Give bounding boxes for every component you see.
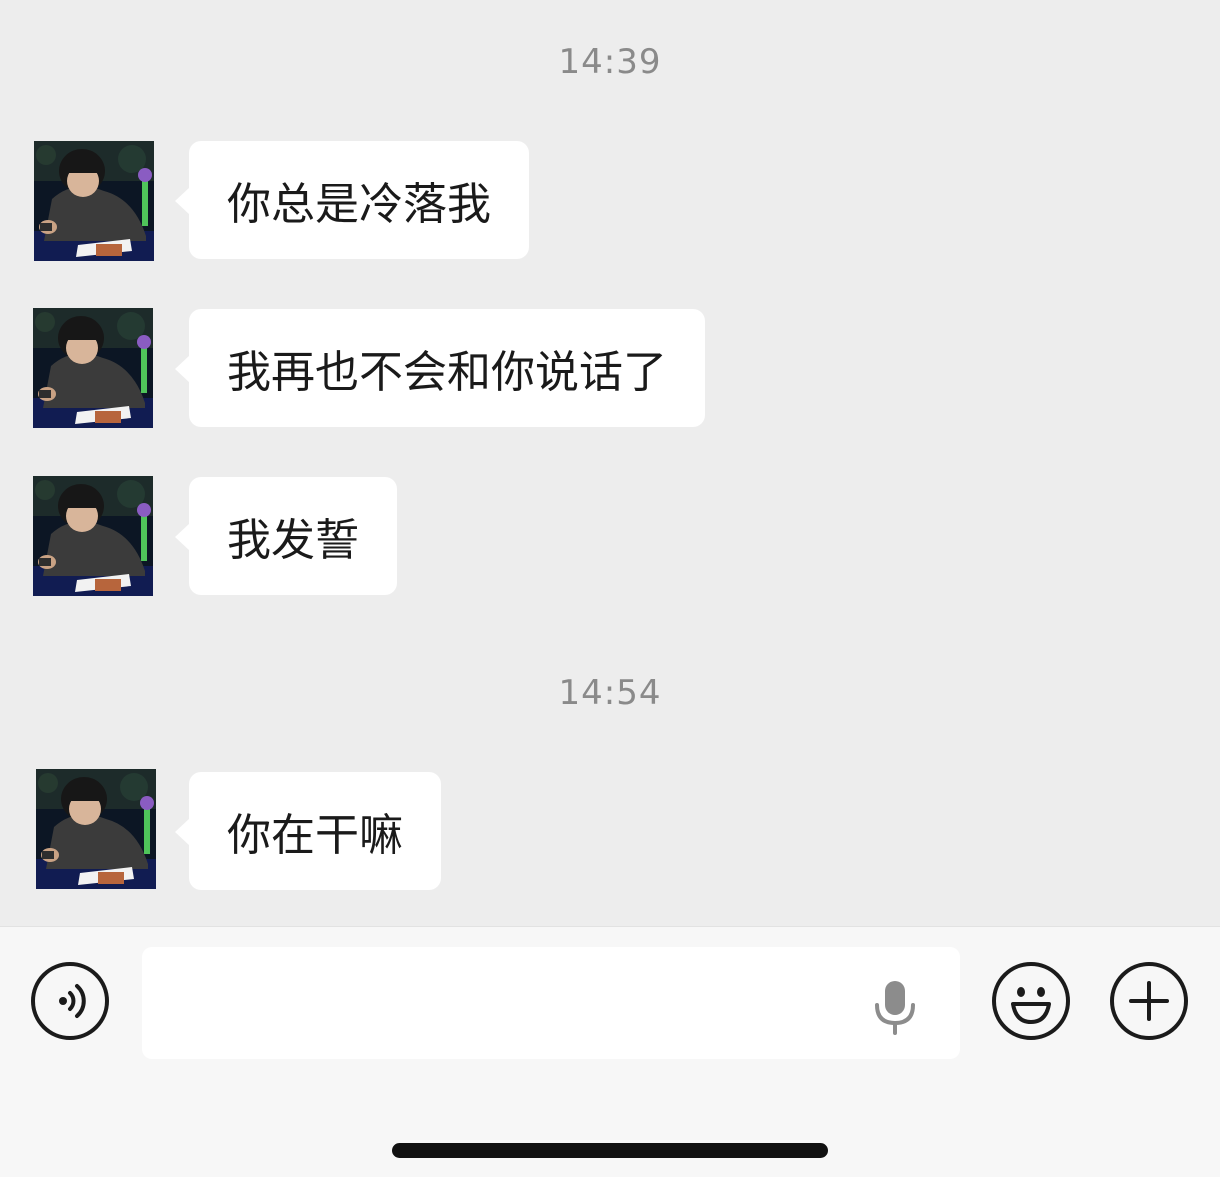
- message-bubble[interactable]: 我发誓: [175, 477, 397, 595]
- avatar-image: [33, 308, 153, 428]
- message-row: 我再也不会和你说话了: [0, 308, 1220, 429]
- timestamp: 14:54: [558, 673, 662, 713]
- emoji-button[interactable]: [992, 962, 1070, 1040]
- voice-toggle-button[interactable]: [31, 962, 109, 1040]
- voice-wave-icon: [59, 984, 86, 1018]
- plus-icon: [1129, 981, 1169, 1021]
- timestamp: 14:39: [558, 42, 662, 82]
- message-bubble[interactable]: 你总是冷落我: [175, 141, 529, 259]
- avatar[interactable]: [34, 141, 154, 261]
- avatar[interactable]: [33, 476, 153, 596]
- avatar-image: [34, 141, 154, 261]
- home-indicator[interactable]: [392, 1143, 828, 1158]
- message-bubble[interactable]: 我再也不会和你说话了: [175, 309, 705, 427]
- microphone-button[interactable]: [870, 977, 920, 1037]
- avatar[interactable]: [36, 769, 156, 889]
- message-input[interactable]: [142, 947, 960, 1059]
- avatar-image: [36, 769, 156, 889]
- microphone-icon: [875, 981, 915, 1035]
- message-row: 你在干嘛: [0, 769, 1220, 892]
- chat-input-bar: [0, 926, 1220, 1177]
- avatar[interactable]: [33, 308, 153, 428]
- chat-message-area[interactable]: 14:39 你总是冷落我 我再也不会和你说话了 我发誓 14:54 你在干嘛: [0, 0, 1220, 926]
- more-options-button[interactable]: [1110, 962, 1188, 1040]
- message-row: 你总是冷落我: [0, 141, 1220, 261]
- smiley-face-icon: [1011, 987, 1051, 1024]
- message-row: 我发誓: [0, 476, 1220, 597]
- message-bubble[interactable]: 你在干嘛: [175, 772, 441, 890]
- avatar-image: [33, 476, 153, 596]
